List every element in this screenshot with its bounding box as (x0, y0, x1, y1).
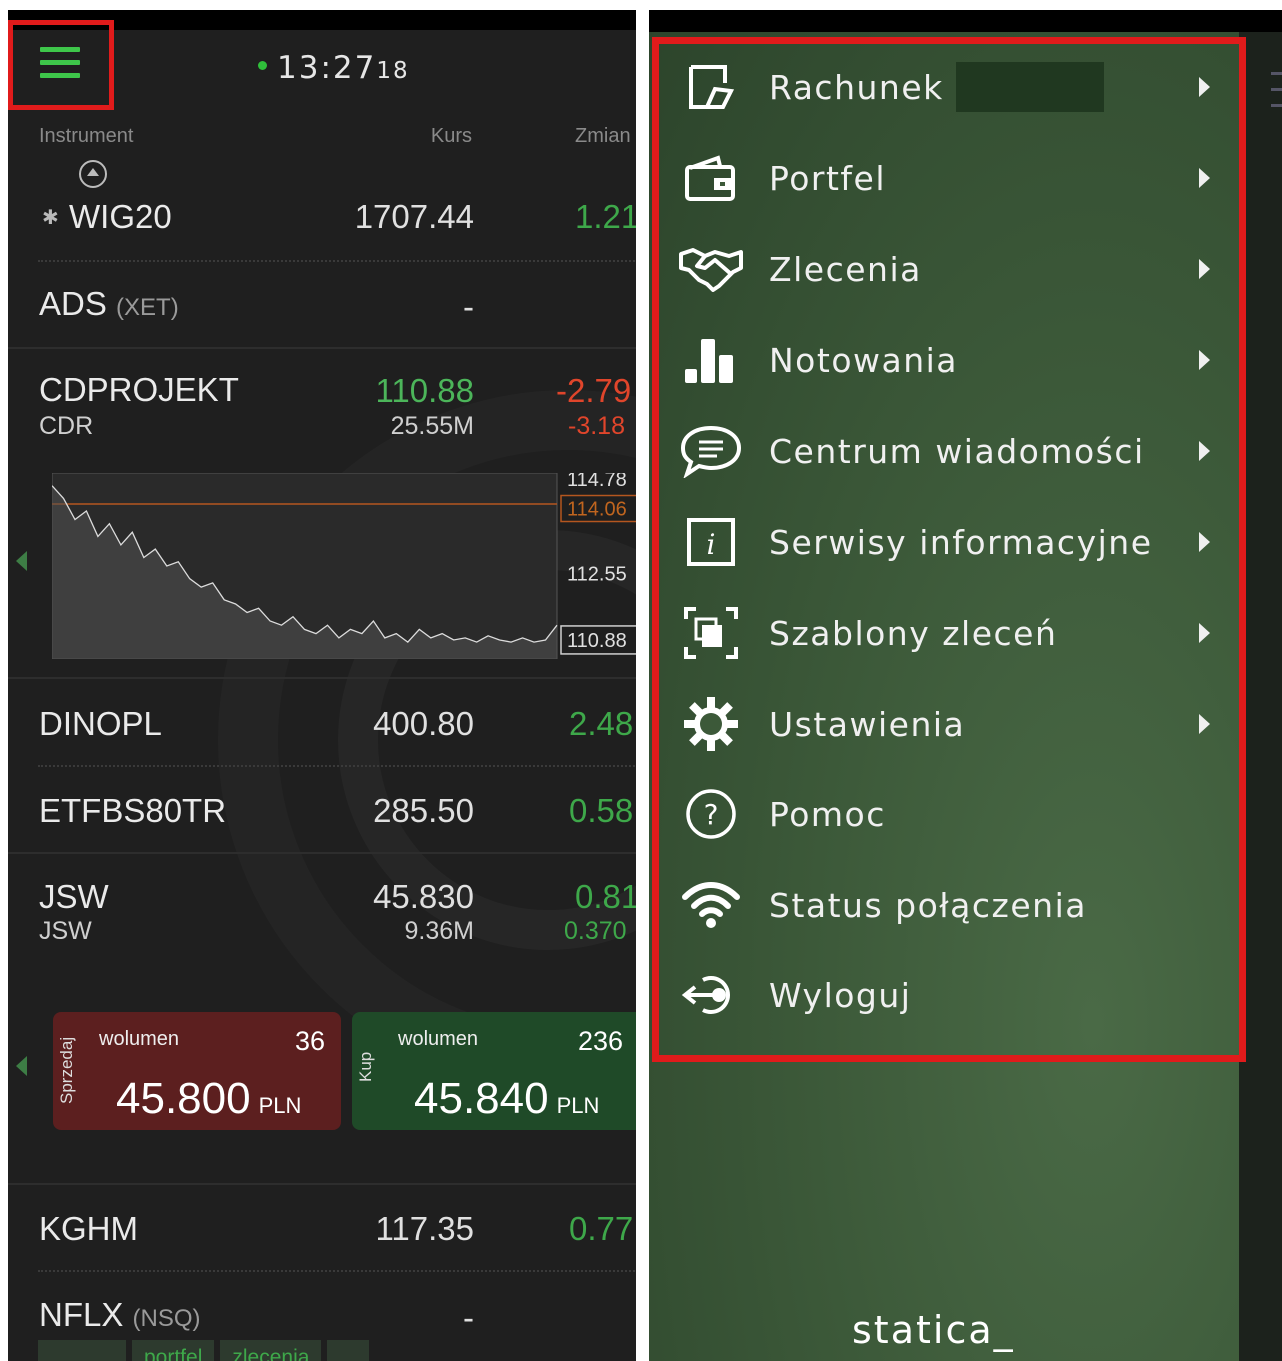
clock: 13:2718 (258, 50, 410, 86)
tab-portfel[interactable]: portfel (132, 1340, 215, 1361)
menu-button[interactable] (8, 20, 114, 110)
chart-y-tick-label: 114.78 (567, 473, 627, 491)
sell-label: Sprzedaj (57, 1036, 76, 1104)
chevron-left-icon[interactable] (16, 551, 27, 571)
buy-volume: 236 (578, 1026, 624, 1056)
instrument-name[interactable]: ADS (XET) (39, 285, 179, 323)
instrument-symbol: NFLX (39, 1296, 124, 1333)
buy-price-value: 45.840 (414, 1074, 549, 1123)
instrument-kurs: 45.830 (373, 878, 474, 915)
instrument-name[interactable]: NFLX (NSQ) (39, 1296, 201, 1334)
chevron-left-icon[interactable] (16, 1056, 27, 1076)
row-divider (8, 1183, 636, 1185)
buy-currency: PLN (556, 1093, 600, 1118)
row-divider (8, 347, 636, 349)
brand-logo: statica_ (852, 1308, 1015, 1352)
instrument-change-percent: 0.370 (564, 917, 627, 945)
tab-zlecenia[interactable]: zlecenia (220, 1340, 322, 1361)
sort-up-icon[interactable] (79, 160, 107, 188)
buy-price: 45.840 PLN (414, 1074, 599, 1124)
instrument-name[interactable]: JSW (39, 878, 109, 916)
bottom-tab-bar: portfel zlecenia... (38, 1340, 375, 1361)
instrument-change: 0.77 (569, 1210, 634, 1247)
row-divider (8, 677, 636, 679)
buy-label: Kup (356, 1051, 375, 1082)
instrument-change: 1.21 (575, 198, 636, 235)
sell-volume-label: wolumen (99, 1028, 180, 1050)
tab-more[interactable]: ... (327, 1340, 369, 1361)
pin-icon: ✱ (42, 207, 59, 229)
clock-seconds: 18 (376, 58, 410, 84)
instrument-name[interactable]: ETFBS80TR (39, 792, 226, 830)
instrument-market: (XET) (116, 294, 179, 321)
instrument-name[interactable]: WIG20 (69, 198, 172, 236)
row-divider (38, 260, 636, 262)
instrument-kurs: - (463, 1299, 474, 1336)
highlight-frame (652, 37, 1246, 1062)
column-header-zmiana[interactable]: Zmian (575, 125, 631, 148)
clock-time: 13:27 (277, 50, 377, 86)
buy-volume-label: wolumen (398, 1028, 479, 1050)
connection-dot-icon (258, 61, 267, 70)
sell-currency: PLN (258, 1093, 302, 1118)
instrument-kurs: 400.80 (373, 705, 474, 742)
instrument-change: 0.58 (569, 792, 634, 829)
instrument-market: (NSQ) (132, 1305, 201, 1332)
instrument-ticker: CDR (39, 412, 94, 440)
chart-y-tick-label: 112.55 (567, 563, 627, 585)
instrument-name[interactable]: CDPROJEKT (39, 371, 239, 409)
instrument-name[interactable]: KGHM (39, 1210, 138, 1248)
quotes-screen: 13:2718 Instrument Kurs Zmian ✱ WIG20 17… (8, 10, 636, 1361)
instrument-name[interactable]: DINOPL (39, 705, 162, 743)
column-header-kurs[interactable]: Kurs (431, 125, 472, 148)
instrument-change: -2.79 (556, 372, 632, 409)
instrument-kurs: 117.35 (375, 1210, 474, 1247)
chart-y-tick-label: 110.88 (567, 630, 627, 652)
column-header-instrument[interactable]: Instrument (39, 125, 133, 148)
sell-price: 45.800 PLN (116, 1074, 301, 1124)
instrument-kurs: 285.50 (373, 792, 474, 829)
instrument-symbol: ADS (39, 285, 107, 322)
side-menu-screen: Rachunek Portfel Zlecenia Notowania Cent… (649, 10, 1282, 1361)
instrument-ticker: JSW (39, 917, 92, 945)
sell-button[interactable]: Sprzedaj wolumen 36 45.800 PLN (53, 1012, 341, 1130)
instrument-volume: 25.55M (390, 412, 474, 440)
sell-volume: 36 (295, 1026, 326, 1056)
sell-price-value: 45.800 (116, 1074, 251, 1123)
status-bar (649, 10, 1282, 32)
instrument-change: 2.48 (569, 705, 634, 742)
instrument-volume: 9.36M (404, 917, 474, 945)
row-divider (8, 852, 636, 854)
hamburger-icon (40, 47, 80, 83)
instrument-kurs: 1707.44 (354, 198, 474, 235)
instrument-change: 0.81 (575, 878, 636, 915)
instrument-kurs: 110.88 (375, 372, 474, 409)
price-chart[interactable]: 114.78 114.06 112.55 110.88 (52, 473, 636, 659)
instrument-change-percent: -3.18 (568, 412, 625, 440)
buy-button[interactable]: Kup wolumen 236 45.840 PLN (352, 1012, 636, 1130)
tab-quotes[interactable] (38, 1340, 126, 1361)
row-divider (38, 765, 636, 767)
instrument-kurs: - (463, 288, 474, 325)
chart-y-tick-label: 114.06 (567, 499, 627, 521)
row-divider (38, 1270, 636, 1272)
